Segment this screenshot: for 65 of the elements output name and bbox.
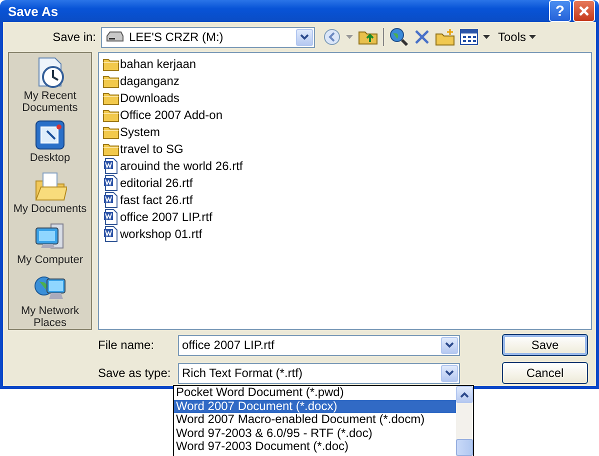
chevron-down-icon [445, 370, 454, 376]
file-item[interactable]: travel to SG [120, 142, 184, 156]
file-item[interactable]: office 2007 LIP.rtf [120, 210, 212, 224]
folder-icon [103, 74, 119, 88]
places-item[interactable]: My Recent Documents [10, 55, 90, 114]
folder-icon [103, 142, 119, 156]
close-icon [578, 5, 590, 17]
word-document-icon [103, 174, 119, 190]
folder-icon [103, 90, 119, 104]
window-title: Save As [8, 4, 60, 18]
file-item[interactable]: workshop 01.rtf [120, 226, 202, 240]
chevron-up-icon [460, 392, 469, 398]
caret-icon[interactable] [483, 35, 490, 39]
delete-icon[interactable] [414, 29, 430, 45]
places-item[interactable]: My Computer [10, 219, 90, 267]
dropdown-button[interactable] [296, 28, 313, 46]
save-in-dropdown[interactable]: LEE'S CRZR (M:) [101, 26, 315, 48]
file-name-label: File name: [98, 338, 156, 352]
word-document-icon [103, 226, 119, 242]
file-item[interactable]: editorial 26.rtf [120, 176, 193, 190]
folder-icon [103, 108, 119, 122]
word-document-icon [103, 192, 119, 208]
globe-search-icon[interactable] [389, 27, 409, 47]
file-item[interactable]: System [120, 124, 160, 138]
caret-icon [529, 35, 536, 39]
folder-up-icon[interactable] [358, 29, 378, 45]
file-item[interactable]: Downloads [120, 90, 180, 104]
new-folder-icon[interactable] [435, 28, 455, 46]
back-icon[interactable] [323, 28, 341, 46]
scroll-thumb[interactable] [456, 439, 473, 456]
places-item[interactable]: My Network Places [10, 270, 90, 329]
folder-icon [103, 56, 119, 70]
scroll-up-button[interactable] [456, 386, 473, 403]
help-button[interactable]: ? [549, 0, 571, 22]
file-type-option[interactable]: Word 97-2003 & 6.0/95 - RTF (*.doc) [174, 426, 456, 440]
folder-icon [103, 124, 119, 138]
dialog-button[interactable]: Cancel [502, 362, 588, 384]
file-type-option[interactable]: Word 97-2003 Document (*.doc) [174, 440, 456, 454]
save-in-label: Save in: [52, 30, 97, 44]
places-item[interactable]: My Documents [10, 168, 90, 216]
save-as-type-dropdown[interactable]: Rich Text Format (*.rtf) [178, 362, 460, 384]
file-item[interactable]: Office 2007 Add-on [120, 108, 223, 122]
file-item[interactable]: bahan kerjaan [120, 56, 196, 70]
file-type-option[interactable]: Word 2007 Document (*.docx) [174, 400, 456, 413]
chevron-down-icon [300, 34, 309, 40]
view-grid-icon[interactable] [460, 29, 478, 45]
dialog-button[interactable]: Save [502, 334, 588, 356]
scrollbar[interactable] [456, 386, 473, 456]
dropdown-button[interactable] [441, 364, 458, 382]
file-item[interactable]: fast fact 26.rtf [120, 192, 193, 206]
file-name-field[interactable]: office 2007 LIP.rtf [178, 334, 460, 356]
save-as-type-label: Save as type: [98, 366, 172, 380]
places-item[interactable]: Desktop [10, 117, 90, 165]
word-document-icon [103, 158, 119, 174]
close-button[interactable] [573, 0, 595, 22]
drive-icon [106, 31, 124, 43]
file-item[interactable]: daganganz [120, 74, 180, 88]
file-item[interactable]: arouind the world 26.rtf [120, 158, 243, 172]
word-document-icon [103, 208, 119, 224]
chevron-down-icon [445, 342, 454, 348]
file-type-option[interactable]: Pocket Word Document (*.pwd) [174, 386, 456, 400]
desktop-icon [33, 118, 67, 152]
file-type-option[interactable]: Word 2007 Macro-enabled Document (*.docm) [174, 413, 456, 426]
tools-menu[interactable]: Tools [498, 30, 536, 44]
dropdown-button[interactable] [441, 336, 458, 354]
